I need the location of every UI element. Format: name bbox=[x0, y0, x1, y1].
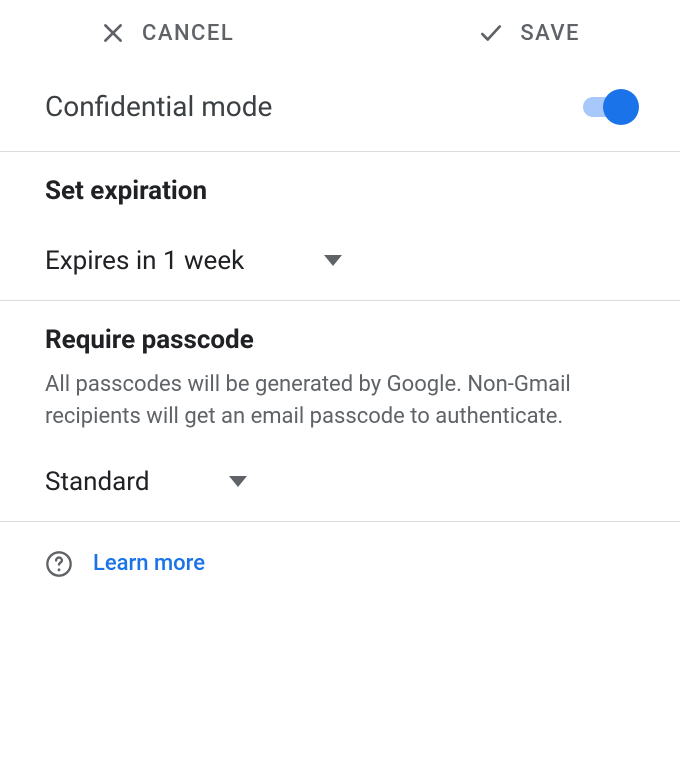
header-bar: CANCEL SAVE bbox=[0, 0, 680, 76]
chevron-down-icon bbox=[229, 476, 247, 488]
expiration-selected: Expires in 1 week bbox=[45, 246, 244, 276]
save-button[interactable]: SAVE bbox=[478, 20, 580, 46]
save-label: SAVE bbox=[520, 21, 580, 46]
help-icon bbox=[45, 550, 73, 578]
toggle-thumb bbox=[603, 89, 639, 125]
check-icon bbox=[478, 20, 504, 46]
expiration-title: Set expiration bbox=[45, 176, 635, 206]
footer: Learn more bbox=[0, 522, 680, 606]
passcode-dropdown[interactable]: Standard bbox=[45, 467, 635, 497]
passcode-description: All passcodes will be generated by Googl… bbox=[45, 369, 605, 433]
confidential-mode-toggle[interactable] bbox=[583, 97, 635, 117]
passcode-selected: Standard bbox=[45, 467, 149, 497]
passcode-section: Require passcode All passcodes will be g… bbox=[0, 301, 680, 522]
expiration-dropdown[interactable]: Expires in 1 week bbox=[45, 246, 635, 276]
expiration-section: Set expiration Expires in 1 week bbox=[0, 152, 680, 301]
chevron-down-icon bbox=[324, 255, 342, 267]
confidential-mode-label: Confidential mode bbox=[45, 90, 272, 123]
cancel-button[interactable]: CANCEL bbox=[100, 20, 234, 46]
learn-more-link[interactable]: Learn more bbox=[93, 551, 205, 576]
cancel-label: CANCEL bbox=[142, 21, 234, 46]
confidential-mode-row: Confidential mode bbox=[0, 76, 680, 152]
close-icon bbox=[100, 20, 126, 46]
passcode-title: Require passcode bbox=[45, 325, 635, 355]
